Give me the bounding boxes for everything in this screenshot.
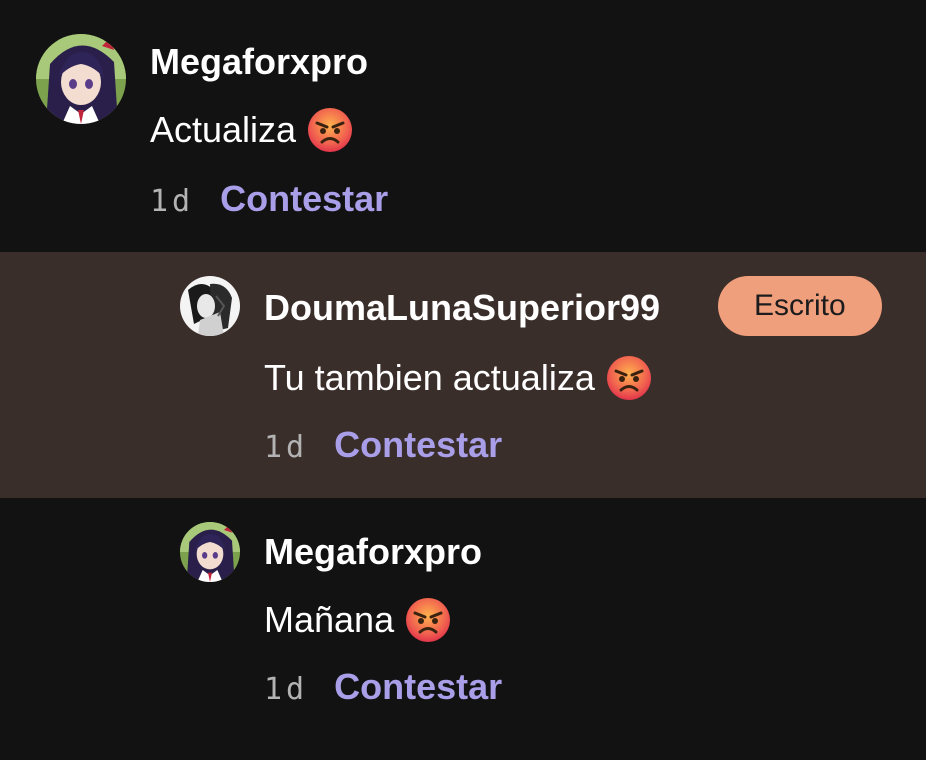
user-avatar[interactable] — [36, 34, 126, 124]
angry-face-icon — [605, 354, 653, 402]
reply-button[interactable]: Contestar — [334, 424, 502, 466]
comment-text: Mañana — [264, 596, 452, 644]
comment-item: Megaforxpro Actualiza 1d Contestar — [0, 0, 926, 252]
comment-timestamp: 1d — [264, 672, 309, 707]
comment-text: Tu tambien actualiza — [264, 354, 653, 402]
comment-text-content: Actualiza — [150, 109, 297, 150]
comment-text: Actualiza — [150, 106, 354, 154]
reply-button[interactable]: Contestar — [220, 178, 388, 220]
comment-timestamp: 1d — [150, 184, 195, 219]
comment-username[interactable]: Megaforxpro — [264, 532, 482, 572]
reply-button[interactable]: Contestar — [334, 666, 502, 708]
user-avatar[interactable] — [180, 522, 240, 582]
comment-username[interactable]: DoumaLunaSuperior99 — [264, 288, 660, 328]
comment-item: DoumaLunaSuperior99 Escrito Tu tambien a… — [0, 252, 926, 498]
comment-text-content: Mañana — [264, 599, 395, 640]
comment-timestamp: 1d — [264, 430, 309, 465]
author-badge: Escrito — [718, 276, 882, 336]
comment-username[interactable]: Megaforxpro — [150, 42, 368, 82]
user-avatar[interactable] — [180, 276, 240, 336]
angry-face-icon — [306, 106, 354, 154]
comment-meta: 1d Contestar — [264, 424, 502, 466]
comment-meta: 1d Contestar — [150, 178, 388, 220]
comment-meta: 1d Contestar — [264, 666, 502, 708]
angry-face-icon — [404, 596, 452, 644]
comment-text-content: Tu tambien actualiza — [264, 357, 595, 398]
comment-item: Megaforxpro Mañana 1d Contestar — [0, 498, 926, 760]
